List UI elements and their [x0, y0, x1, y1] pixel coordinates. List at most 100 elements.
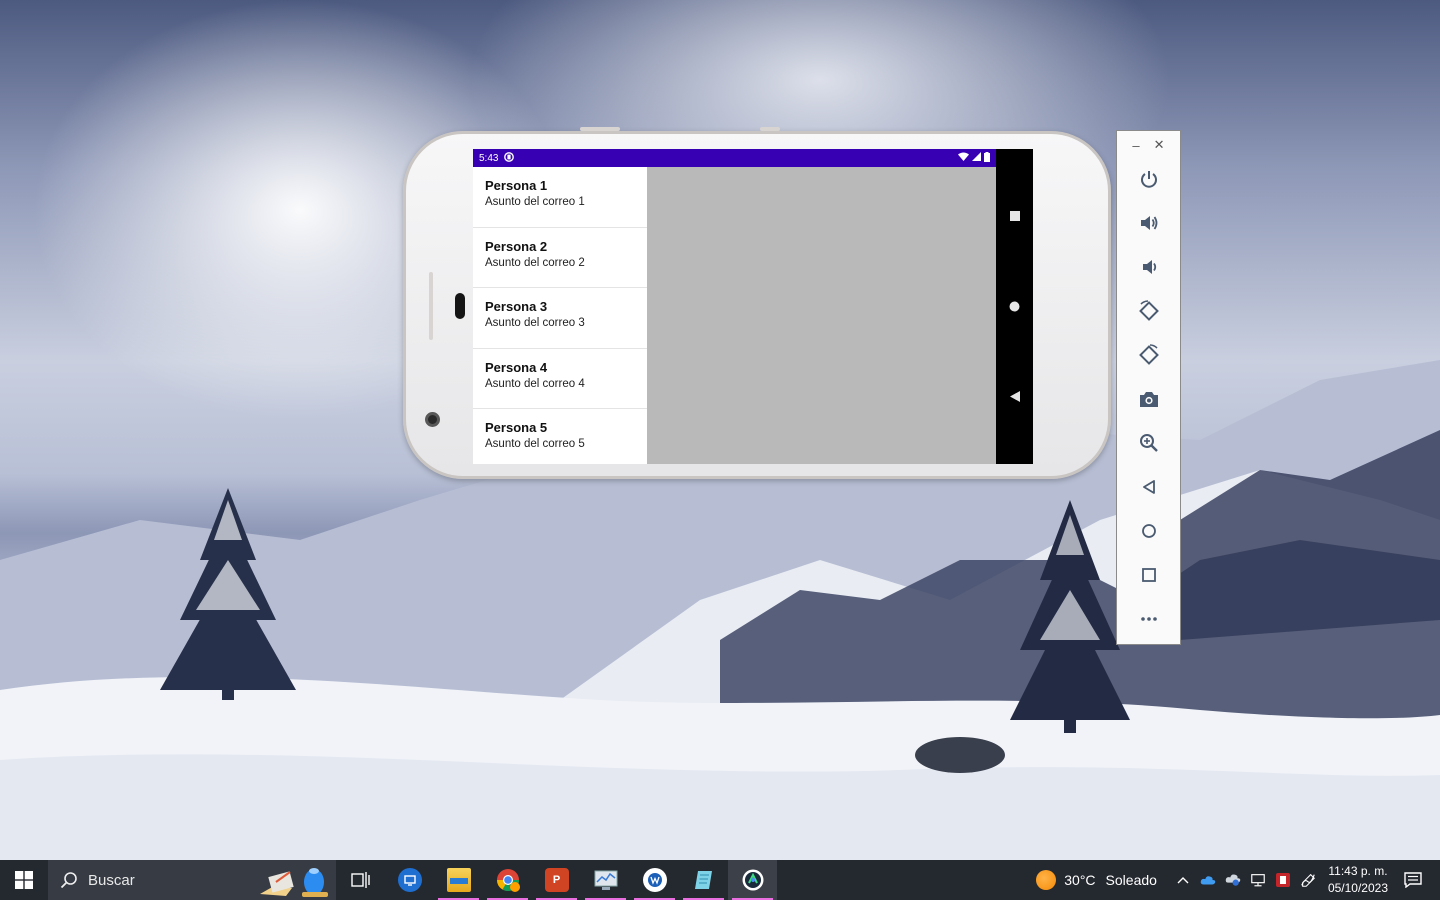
- overview-icon: [1142, 568, 1156, 582]
- play-protect-icon: [504, 151, 515, 165]
- android-nav-bar: [996, 149, 1033, 464]
- taskbar-app-chrome[interactable]: [483, 860, 532, 900]
- volume-up-icon: [1141, 216, 1158, 230]
- network-icon[interactable]: [1250, 872, 1266, 888]
- mail-sender-name: Persona 1: [485, 178, 548, 193]
- phone-volume-button: [580, 127, 620, 131]
- power-icon: [1141, 171, 1157, 188]
- file-explorer-icon: [446, 868, 471, 892]
- back-icon: [1143, 480, 1155, 494]
- zoom-button[interactable]: [1135, 429, 1163, 457]
- mail-list-item[interactable]: Persona 1 Asunto del correo 1: [473, 167, 647, 228]
- minimize-button[interactable]: –: [1132, 138, 1139, 153]
- battery-icon: [984, 151, 990, 165]
- onedrive-icon[interactable]: [1200, 872, 1216, 888]
- volume-down-button[interactable]: [1135, 253, 1163, 281]
- mail-sender-name: Persona 2: [485, 238, 548, 254]
- system-monitor-icon: [594, 870, 617, 890]
- home-nav-button[interactable]: [1008, 300, 1021, 313]
- mail-subject: Asunto del correo 4: [485, 377, 585, 390]
- android-studio-icon: [742, 869, 763, 891]
- windows-logo-icon: [15, 871, 33, 889]
- chevron-up-icon[interactable]: [1175, 872, 1191, 888]
- powerpoint-icon: P: [544, 868, 569, 892]
- notification-icon: [1404, 872, 1422, 888]
- word-app-icon: [642, 868, 667, 892]
- task-view-icon: [350, 872, 370, 888]
- app-content: Persona 1 Asunto del correo 1 Persona 2 Asu…: [473, 167, 996, 464]
- status-time: 5:43: [479, 152, 499, 164]
- home-icon: [1009, 301, 1020, 312]
- back-button[interactable]: [1135, 473, 1163, 501]
- emulator-toolbar: – ✕: [1116, 130, 1181, 645]
- mail-sender-name: Persona 5: [485, 420, 548, 436]
- taskbar-app-file-explorer[interactable]: [434, 860, 483, 900]
- mail-list-item[interactable]: Persona 5 Asunto del correo 5: [473, 409, 647, 470]
- taskbar-app-notepad[interactable]: [679, 860, 728, 900]
- emulator-screen[interactable]: 5:43 Persona 1 Asunto del correo 1 Persona…: [473, 149, 1033, 464]
- phone-front-camera: [425, 412, 440, 427]
- search-highlight-illustration: [260, 868, 328, 897]
- sun-icon: [1036, 870, 1057, 890]
- volume-down-icon: [1143, 260, 1157, 274]
- chrome-icon: [496, 869, 520, 892]
- mail-list-item[interactable]: Persona 2 Asunto del correo 2: [473, 228, 647, 289]
- cloud-sync-icon[interactable]: [1225, 872, 1241, 888]
- notification-center-button[interactable]: [1402, 869, 1424, 891]
- pen-input-icon[interactable]: [1300, 872, 1316, 888]
- taskbar-app-word[interactable]: [630, 860, 679, 900]
- search-icon: [60, 872, 77, 889]
- more-icon: [1141, 617, 1157, 621]
- back-icon: [1009, 391, 1020, 402]
- rotate-left-button[interactable]: [1135, 297, 1163, 325]
- taskbar: Buscar P 30°C Soleado 11:43 p. m. 05/10/…: [0, 860, 1440, 900]
- taskbar-app-powerpoint[interactable]: P: [532, 860, 581, 900]
- phone-edge-highlight: [429, 272, 433, 340]
- weather-condition: Soleado: [1105, 872, 1157, 888]
- taskbar-search-box[interactable]: Buscar: [48, 860, 336, 900]
- rotate-left-icon: [1139, 300, 1159, 321]
- clock-date: 05/10/2023: [1327, 881, 1388, 895]
- mail-subject: Asunto del correo 2: [485, 256, 585, 269]
- home-button[interactable]: [1135, 517, 1163, 545]
- close-button[interactable]: ✕: [1154, 137, 1165, 153]
- detail-pane: [647, 167, 996, 464]
- zoom-icon: [1140, 434, 1158, 452]
- weather-temperature: 30°C: [1064, 872, 1096, 888]
- start-button[interactable]: [0, 860, 48, 900]
- back-nav-button[interactable]: [1008, 390, 1021, 403]
- volume-up-button[interactable]: [1135, 209, 1163, 237]
- mail-sender-name: Persona 4: [485, 359, 548, 375]
- mail-subject: Asunto del correo 5: [485, 438, 585, 451]
- android-status-bar: 5:43: [473, 149, 996, 167]
- mail-list-item[interactable]: Persona 3 Asunto del correo 3: [473, 288, 647, 349]
- mail-sender-name: Persona 3: [485, 299, 548, 315]
- wifi-icon: [958, 152, 969, 164]
- mail-list-item[interactable]: Persona 4 Asunto del correo 4: [473, 349, 647, 410]
- system-tray: [1175, 872, 1316, 888]
- signal-icon: [972, 152, 981, 164]
- search-placeholder: Buscar: [88, 871, 135, 889]
- rotate-right-button[interactable]: [1135, 341, 1163, 369]
- screenshot-button[interactable]: [1135, 385, 1163, 413]
- clock-time: 11:43 p. m.: [1328, 864, 1388, 878]
- mail-subject: Asunto del correo 1: [485, 196, 585, 208]
- weather-widget[interactable]: 30°C Soleado: [1036, 870, 1157, 890]
- taskbar-clock[interactable]: 11:43 p. m. 05/10/2023: [1328, 863, 1388, 897]
- rotate-right-icon: [1139, 344, 1159, 365]
- mail-subject: Asunto del correo 3: [485, 317, 585, 330]
- power-button[interactable]: [1135, 165, 1163, 193]
- more-button[interactable]: [1135, 605, 1163, 633]
- taskbar-app-android-studio[interactable]: [728, 860, 777, 900]
- phone-speaker: [455, 293, 465, 319]
- task-view-button[interactable]: [336, 860, 385, 900]
- overview-button[interactable]: [1135, 561, 1163, 589]
- emulator-window-controls: – ✕: [1117, 131, 1180, 159]
- taskbar-app-remote-desktop[interactable]: [385, 860, 434, 900]
- taskbar-app-system-monitor[interactable]: [581, 860, 630, 900]
- mail-list: Persona 1 Asunto del correo 1 Persona 2 Asu…: [473, 167, 647, 464]
- remote-desktop-icon: [397, 868, 422, 892]
- camera-icon: [1140, 392, 1158, 407]
- overview-nav-button[interactable]: [1008, 209, 1021, 222]
- antivirus-icon[interactable]: [1275, 872, 1291, 888]
